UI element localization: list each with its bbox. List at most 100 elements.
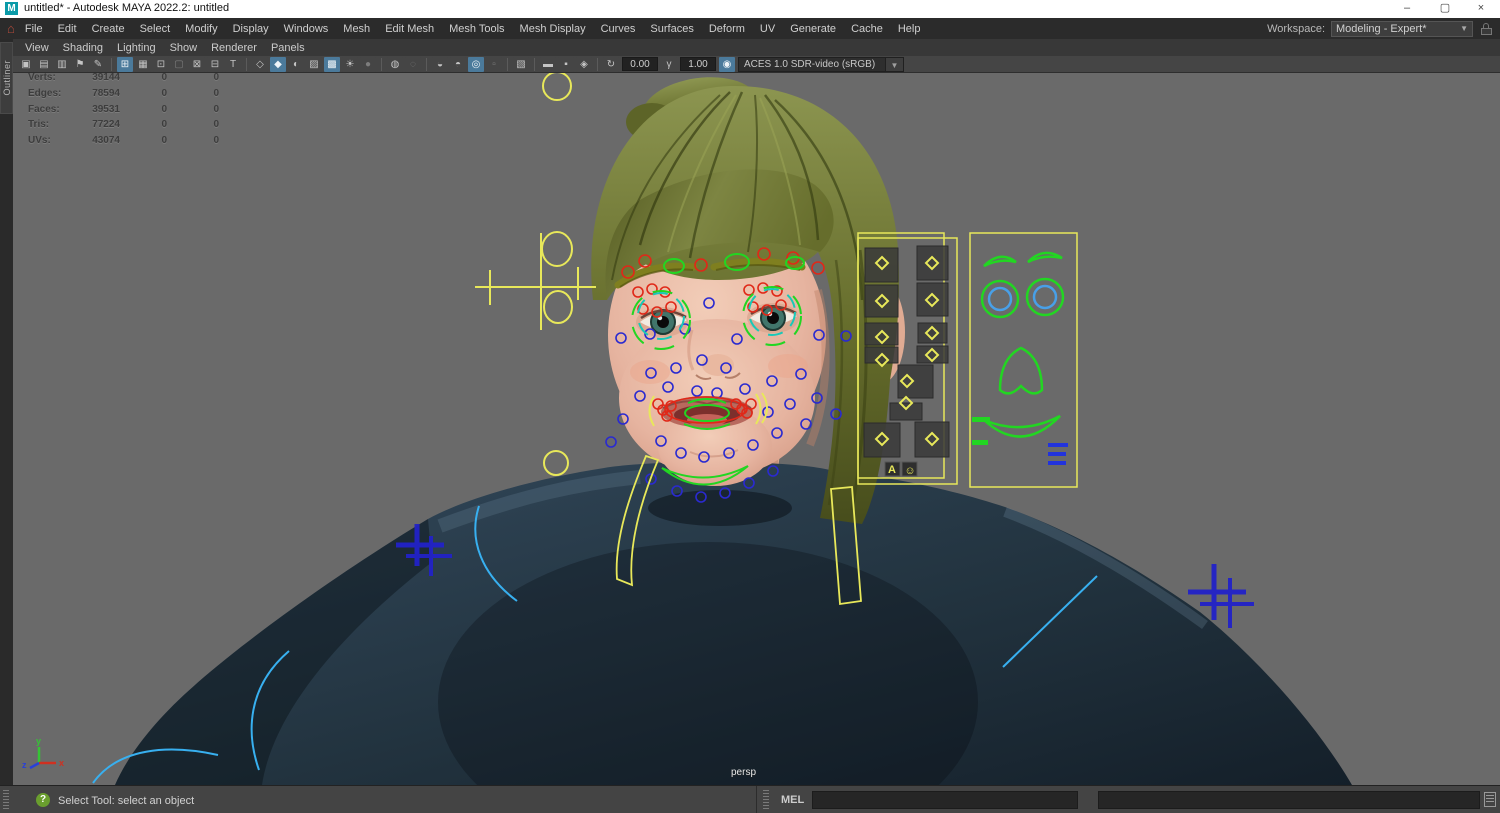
- hud-tris-label: Tris:: [28, 119, 50, 130]
- menu-surfaces[interactable]: Surfaces: [650, 23, 693, 35]
- menu-help[interactable]: Help: [898, 23, 921, 35]
- mel-result-field: [1098, 791, 1480, 809]
- safe-action-icon[interactable]: ⊟: [207, 56, 223, 72]
- film-gate-icon[interactable]: ▦: [135, 56, 151, 72]
- wireframe-icon[interactable]: ◇: [252, 56, 268, 72]
- panel-menu-renderer[interactable]: Renderer: [211, 42, 257, 54]
- hud-verts-col1: 0: [161, 73, 167, 83]
- panel-menu-view[interactable]: View: [25, 42, 49, 54]
- grid-icon[interactable]: ⊞: [117, 56, 133, 72]
- hud-verts-total: 39144: [92, 73, 120, 83]
- camera-icon[interactable]: ▣: [18, 56, 34, 72]
- hud-edges-col2: 0: [213, 88, 219, 99]
- image-plane-icon[interactable]: ✎: [90, 56, 106, 72]
- hud-verts-col2: 0: [213, 73, 219, 83]
- ear-panel-smiley-icon[interactable]: ☺: [904, 465, 915, 477]
- help-line-text: Select Tool: select an object: [58, 795, 195, 807]
- resolution-gate-icon[interactable]: ⊡: [153, 56, 169, 72]
- hud-uvs-col2: 0: [213, 135, 219, 146]
- menu-uv[interactable]: UV: [760, 23, 775, 35]
- gamma-field[interactable]: 1.00: [680, 57, 716, 71]
- axis-y-label: y: [36, 736, 41, 746]
- menu-mesh[interactable]: Mesh: [343, 23, 370, 35]
- statusbar-grip[interactable]: [3, 790, 9, 810]
- safe-title-icon[interactable]: T: [225, 56, 241, 72]
- mel-grip[interactable]: [763, 790, 769, 810]
- isolate-select-icon[interactable]: ▧: [513, 56, 529, 72]
- titlebar: M untitled* - Autodesk MAYA 2022.2: unti…: [0, 0, 1500, 18]
- menu-edit-mesh[interactable]: Edit Mesh: [385, 23, 434, 35]
- panel-menubar: View Shading Lighting Show Renderer Pane…: [13, 39, 1500, 56]
- menu-file[interactable]: File: [25, 23, 43, 35]
- bookmark-icon[interactable]: ⚑: [72, 56, 88, 72]
- color-management-icon[interactable]: ◉: [719, 56, 735, 72]
- toolbar-separator: [426, 57, 427, 71]
- camera-attributes-icon[interactable]: ▥: [54, 56, 70, 72]
- smooth-shade-icon[interactable]: ◆: [270, 56, 286, 72]
- exposure-field[interactable]: 0.00: [622, 57, 658, 71]
- panel-menu-show[interactable]: Show: [170, 42, 198, 54]
- xray-icon[interactable]: ▬: [540, 56, 556, 72]
- hud-faces-col1: 0: [161, 104, 167, 115]
- home-icon[interactable]: ⌂: [7, 21, 15, 36]
- textured-icon[interactable]: ▨: [306, 56, 322, 72]
- ssao-icon[interactable]: ◍: [387, 56, 403, 72]
- restore-button[interactable]: ▢: [1428, 0, 1462, 17]
- colorspace-dropdown[interactable]: ACES 1.0 SDR-video (sRGB): [738, 56, 886, 72]
- camera-name-label: persp: [731, 767, 757, 778]
- volume-icon[interactable]: ▫: [486, 56, 502, 72]
- panel-menu-lighting[interactable]: Lighting: [117, 42, 156, 54]
- selection-highlight-icon[interactable]: ◈: [576, 56, 592, 72]
- script-editor-icon[interactable]: [1484, 792, 1496, 807]
- menu-generate[interactable]: Generate: [790, 23, 836, 35]
- camera-lock-icon[interactable]: ▤: [36, 56, 52, 72]
- menu-mesh-display[interactable]: Mesh Display: [520, 23, 586, 35]
- close-button[interactable]: ×: [1464, 0, 1498, 17]
- menu-windows[interactable]: Windows: [284, 23, 329, 35]
- workspace-dropdown[interactable]: Modeling - Expert*: [1331, 20, 1473, 37]
- multisample-icon[interactable]: ▩: [324, 56, 340, 72]
- menu-modify[interactable]: Modify: [185, 23, 217, 35]
- hud-edges-label: Edges:: [28, 88, 62, 99]
- mel-command-input[interactable]: [812, 791, 1078, 809]
- menu-display[interactable]: Display: [233, 23, 269, 35]
- toolbar-separator: [507, 57, 508, 71]
- workspace-caret-icon[interactable]: ▼: [1460, 24, 1468, 33]
- menu-edit[interactable]: Edit: [58, 23, 77, 35]
- outliner-tab[interactable]: Outliner: [0, 42, 13, 114]
- menubar: ⌂ File Edit Create Select Modify Display…: [0, 18, 1500, 39]
- ground-plane-icon[interactable]: ◒: [432, 56, 448, 72]
- gate-mask-icon[interactable]: ▢: [171, 56, 187, 72]
- hud-uvs-label: UVs:: [28, 135, 51, 146]
- colorspace-caret-icon[interactable]: ▼: [886, 56, 904, 72]
- menu-mesh-tools[interactable]: Mesh Tools: [449, 23, 504, 35]
- xray-joints-icon[interactable]: ▪: [558, 56, 574, 72]
- menu-cache[interactable]: Cache: [851, 23, 883, 35]
- viewport-persp[interactable]: A ☺ y x z Verts: 39144 0 0 Edges: 78594 …: [13, 73, 1500, 785]
- panel-menu-panels[interactable]: Panels: [271, 42, 305, 54]
- hud-faces-col2: 0: [213, 104, 219, 115]
- workspace-lock-icon[interactable]: [1481, 22, 1492, 35]
- mel-label[interactable]: MEL: [781, 794, 804, 806]
- menu-deform[interactable]: Deform: [709, 23, 745, 35]
- toolbar-separator: [111, 57, 112, 71]
- motion-blur-icon[interactable]: ◌: [405, 56, 421, 72]
- exposure-icon[interactable]: ↻: [603, 56, 619, 72]
- panel-toolbar: ▣ ▤ ▥ ⚑ ✎ ⊞ ▦ ⊡ ▢ ⊠ ⊟ T ◇ ◆ ◐ ▨ ▩ ☀ ● ◍ …: [13, 56, 1500, 73]
- menu-curves[interactable]: Curves: [601, 23, 636, 35]
- dome-icon[interactable]: ◓: [450, 56, 466, 72]
- ear-panel-letter-icon[interactable]: A: [888, 464, 896, 476]
- minimize-button[interactable]: –: [1390, 0, 1424, 17]
- shadows-icon[interactable]: ●: [360, 56, 376, 72]
- flat-shade-icon[interactable]: ◐: [288, 56, 304, 72]
- gamma-icon[interactable]: γ: [661, 56, 677, 72]
- menu-create[interactable]: Create: [92, 23, 125, 35]
- hud-tris-total: 77224: [92, 119, 120, 130]
- outliner-tab-label: Outliner: [1, 60, 12, 96]
- lights-icon[interactable]: ☀: [342, 56, 358, 72]
- panel-menu-shading[interactable]: Shading: [63, 42, 103, 54]
- depth-of-field-icon[interactable]: ◎: [468, 56, 484, 72]
- menu-select[interactable]: Select: [140, 23, 171, 35]
- hud-faces-total: 39531: [92, 104, 120, 115]
- field-chart-icon[interactable]: ⊠: [189, 56, 205, 72]
